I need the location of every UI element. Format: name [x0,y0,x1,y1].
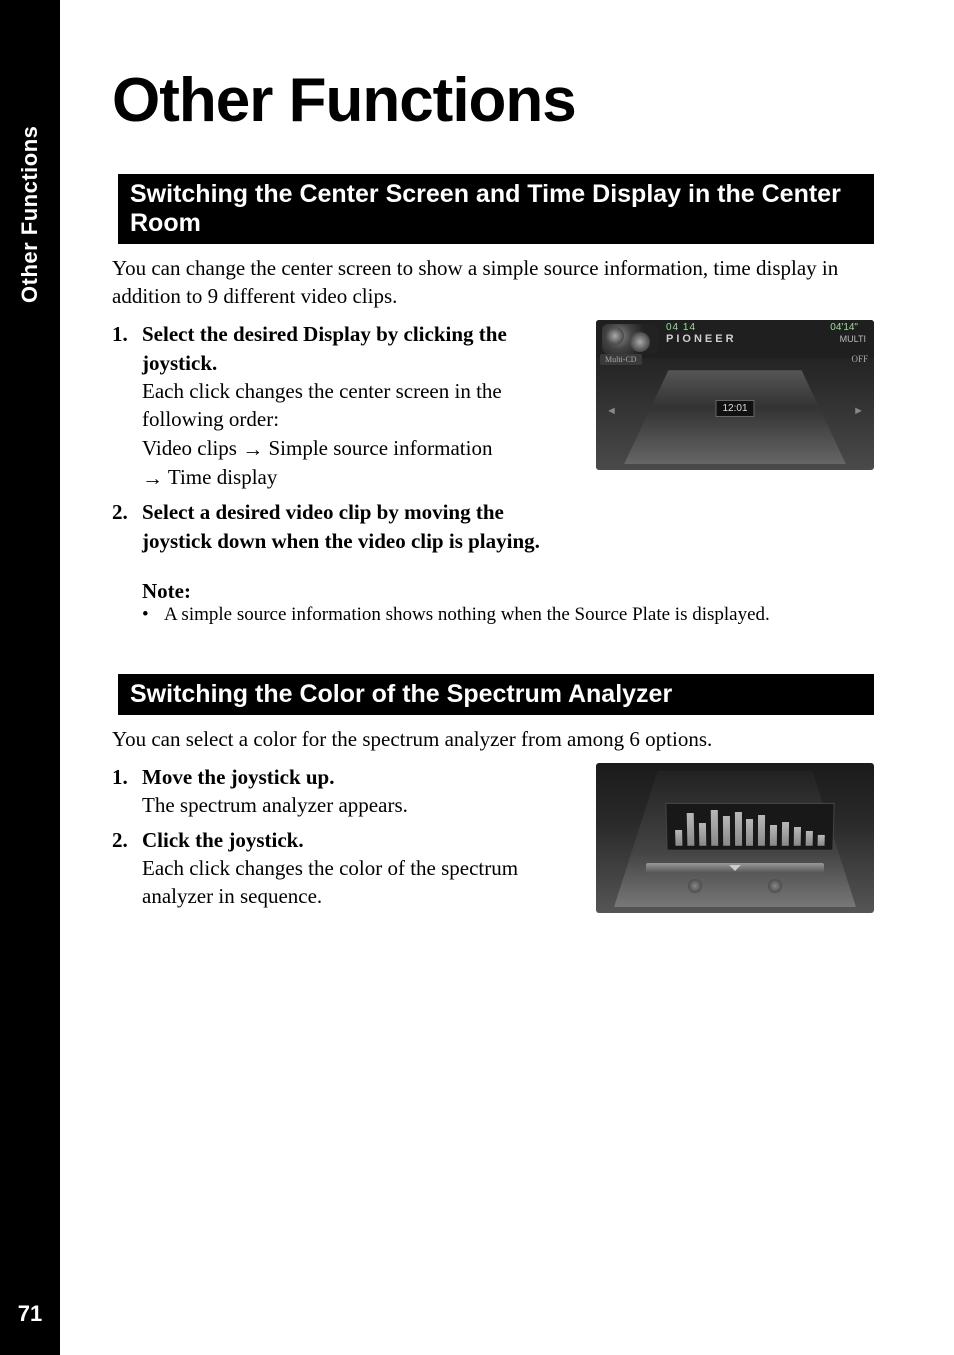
section1-heading: Switching the Center Screen and Time Dis… [112,174,874,244]
page-content: Other Functions Switching the Center Scr… [112,70,874,917]
section1-intro: You can change the center screen to show… [112,254,874,311]
note-label: Note: [142,579,874,604]
step-body: Each click changes the color of the spec… [142,856,518,908]
note-text: A simple source information shows nothin… [164,604,770,626]
fig2-knob-icon [768,879,782,893]
step-head: Click the joystick. [142,828,304,852]
step-body: The spectrum analyzer appears. [142,793,408,817]
figure-center-screen: 04 14 PIONEER 04'14" MULTI Multi-CD OFF … [596,320,874,470]
section2-heading: Switching the Color of the Spectrum Anal… [112,674,874,715]
section2-step-2: 2. Click the joystick. Each click change… [112,826,578,911]
chapter-title: Other Functions [112,70,874,132]
fig1-time: 04'14" [830,322,858,333]
side-tab-label: Other Functions [0,85,60,305]
page-number: 71 [0,1301,60,1327]
fig1-brand: PIONEER [666,333,737,345]
section2-step-1: 1. Move the joystick up. The spectrum an… [112,763,578,820]
section1-step-2: 2. Select a desired video clip by moving… [112,498,578,555]
fig1-right-arrow-icon: ► [853,405,864,417]
disc-icon [602,324,658,354]
fig1-multi: MULTI [840,334,866,344]
note-block: Note: • A simple source information show… [142,579,874,626]
arrow-icon: → [242,436,263,464]
step-number: 2. [112,826,142,911]
arrow-icon: → [142,465,163,493]
step-head: Select the desired Display by clicking t… [142,322,507,374]
fig2-spectrum-panel [665,803,834,851]
step-head: Select a desired video clip by moving th… [142,500,540,552]
flow-item: Simple source information [268,436,492,460]
step-number: 2. [112,498,142,555]
section1-step-1: 1. Select the desired Display by clickin… [112,320,578,492]
fig1-track-info: 04 14 [666,322,696,333]
fig1-source: Multi-CD [600,354,642,365]
side-tab-bar: Other Functions 71 [0,0,60,1355]
fig2-knob-icon [688,879,702,893]
section2-intro: You can select a color for the spectrum … [112,725,874,753]
step-number: 1. [112,320,142,492]
step-head: Move the joystick up. [142,765,335,789]
figure-spectrum-analyzer [596,763,874,913]
fig2-shelf [646,863,824,873]
fig1-room-graphic [624,370,846,464]
step-number: 1. [112,763,142,820]
flow-item: Time display [168,465,278,489]
fig1-clock: 12:01 [715,400,754,417]
bullet-icon: • [142,604,164,626]
fig1-left-arrow-icon: ◄ [606,405,617,417]
step-body: Each click changes the center screen in … [142,379,502,431]
fig1-off: OFF [851,354,868,364]
flow-item: Video clips [142,436,237,460]
